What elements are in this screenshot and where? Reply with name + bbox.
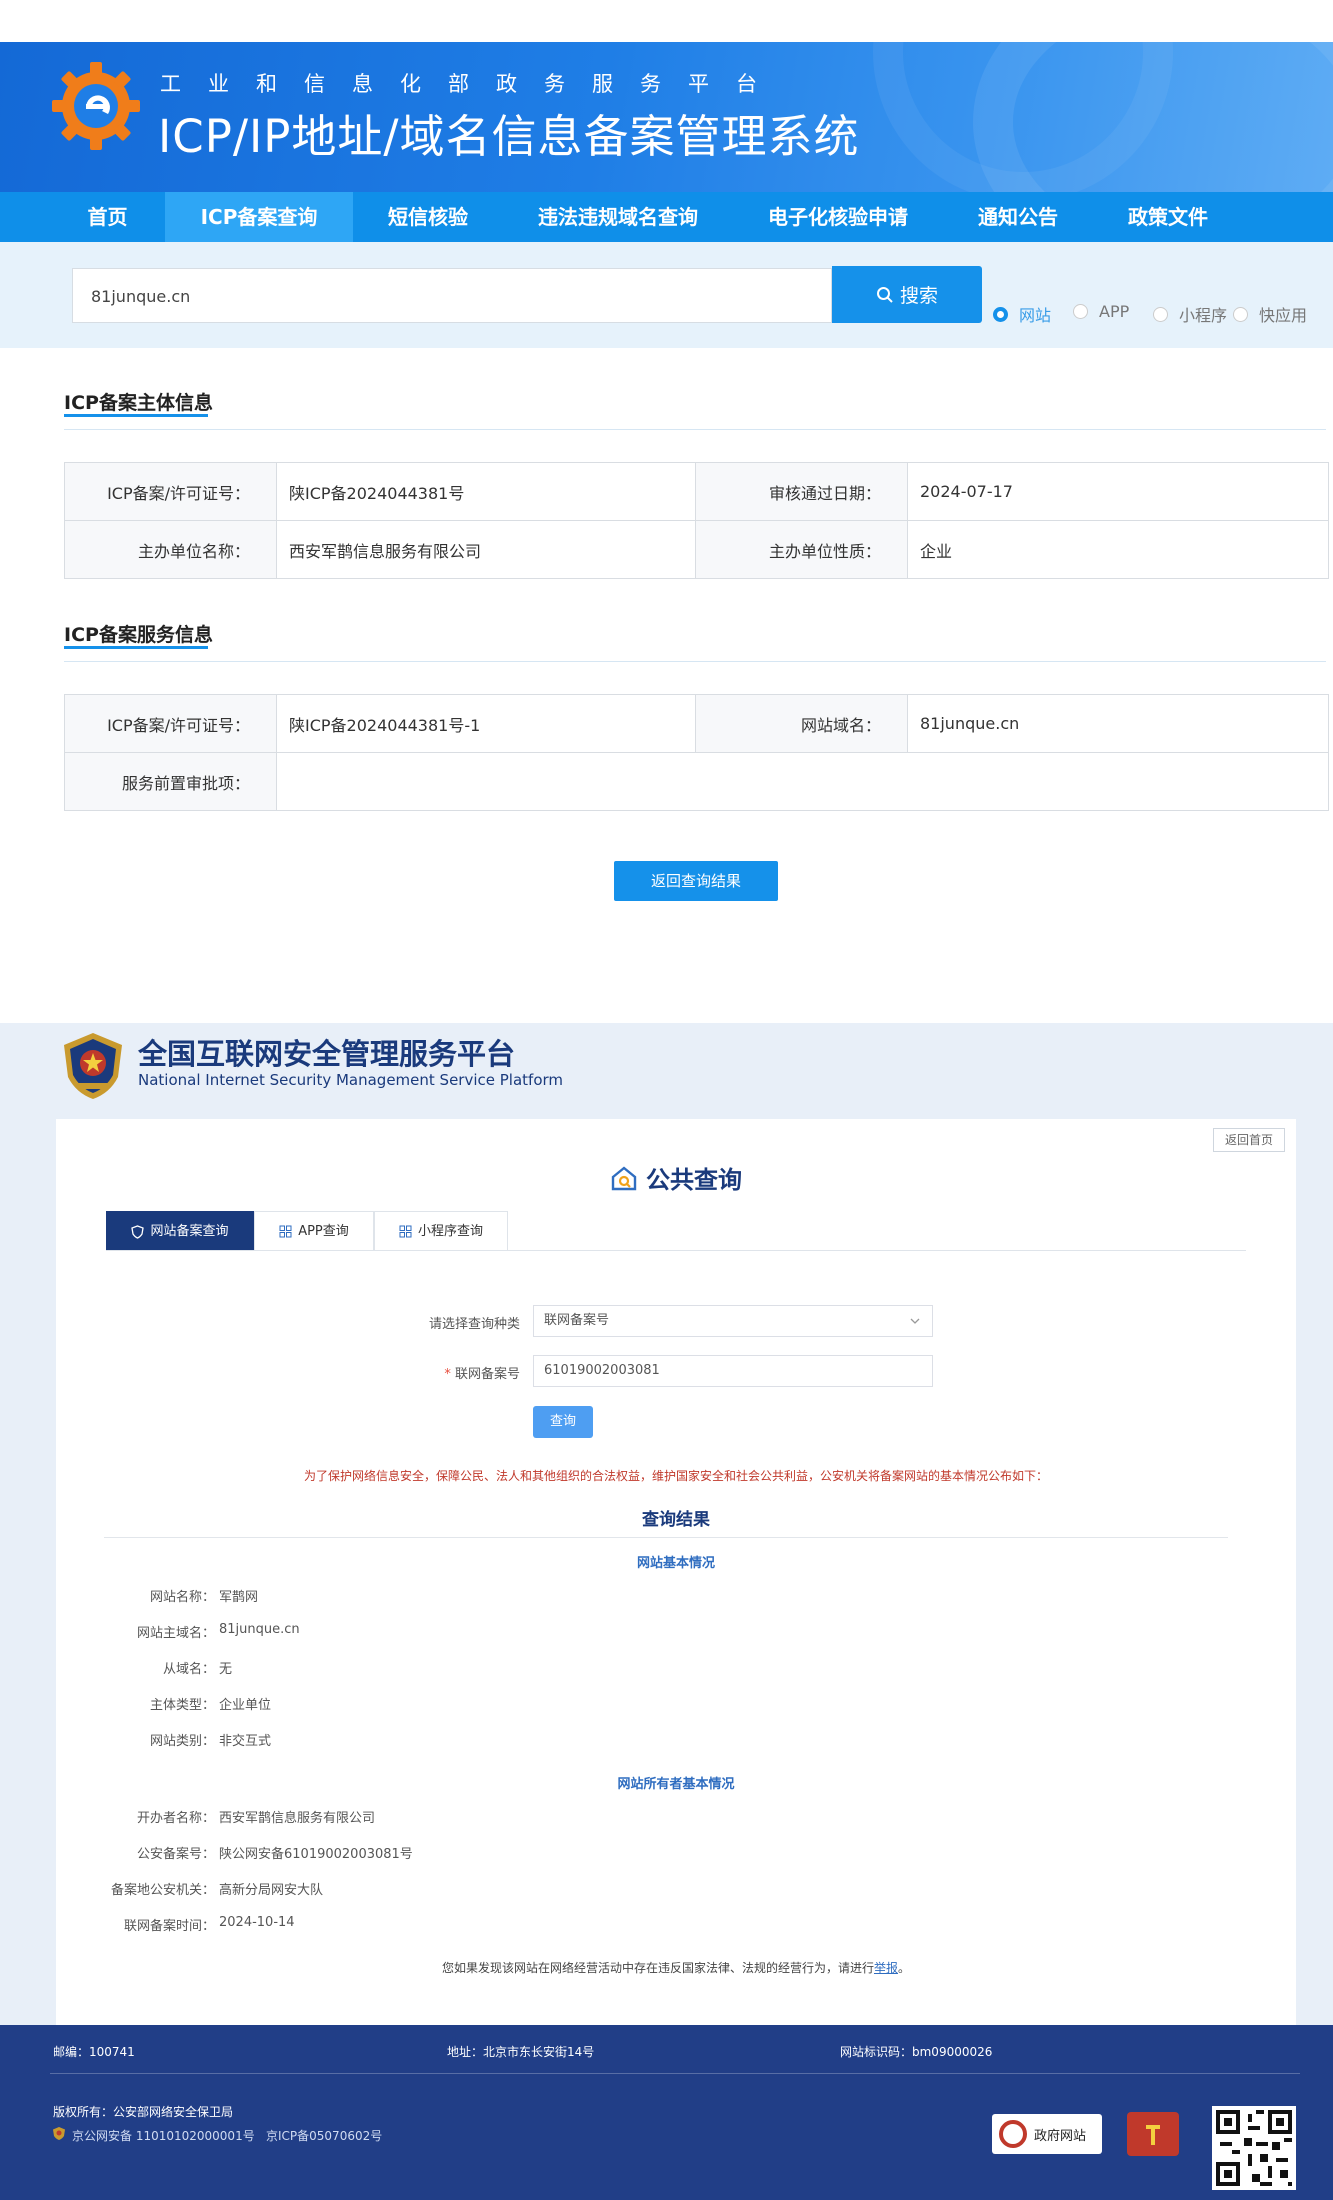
qr-code-icon	[1212, 2106, 1296, 2190]
search-button[interactable]: 搜索	[832, 266, 982, 323]
report-link[interactable]: 举报	[874, 1961, 898, 1975]
query-button[interactable]: 查询	[533, 1406, 593, 1438]
nav-notices[interactable]: 通知公告	[943, 192, 1093, 242]
gov-badge-icon	[999, 2120, 1027, 2148]
radio-dot-icon	[1153, 306, 1168, 322]
nav-sms-verify[interactable]: 短信核验	[353, 192, 503, 242]
radio-app[interactable]: APP	[1073, 302, 1129, 321]
footer-copyright: 版权所有：公安部网络安全保卫局	[53, 2105, 234, 2119]
footer-site-code: 网站标识码：bm09000026	[840, 2045, 993, 2059]
nav-e-verify-apply[interactable]: 电子化核验申请	[733, 192, 943, 242]
nav-illegal-domain-query[interactable]: 违法违规域名查询	[503, 192, 733, 242]
domain-search-input[interactable]: 81junque.cn	[72, 268, 832, 323]
miit-main-nav: 首页 ICP备案查询 短信核验 违法违规域名查询 电子化核验申请 通知公告 政策…	[0, 192, 1333, 242]
miit-system-title: ICP/IP地址/域名信息备案管理系统	[158, 110, 860, 163]
nav-icp-query[interactable]: ICP备案查询	[165, 192, 353, 242]
mps-platform-subtitle: National Internet Security Management Se…	[138, 1071, 564, 1089]
subject-info-title: ICP备案主体信息	[64, 392, 213, 414]
chevron-down-icon	[910, 1318, 920, 1324]
service-license-value: 陕ICP备2024044381号-1	[276, 694, 696, 753]
org-name-value: 西安军鹊信息服务有限公司	[276, 520, 696, 579]
tab-app-query[interactable]: APP查询	[254, 1211, 374, 1251]
tab-mini-program-query[interactable]: 小程序查询	[374, 1211, 508, 1251]
radio-website[interactable]: 网站	[993, 302, 1051, 326]
return-home-button[interactable]: 返回首页	[1213, 1128, 1285, 1152]
query-type-label: 请选择查询种类	[428, 1317, 520, 1332]
site-basic-row: 网站类别： 非交互式	[149, 1734, 272, 1749]
gov-site-badge[interactable]: 政府网站	[992, 2114, 1102, 2154]
subject-license-value: 陕ICP备2024044381号	[276, 462, 696, 521]
mps-query-tabs: 网站备案查询 APP查询 小程序查询	[106, 1211, 508, 1251]
service-info-table: ICP备案/许可证号： 陕ICP备2024044381号-1 网站域名： 81j…	[64, 694, 1329, 811]
footer-icp-record-link[interactable]: 京ICP备05070602号	[266, 2127, 382, 2144]
result-title: 查询结果	[642, 1510, 710, 1530]
owner-basic-row: 公安备案号： 陕公网安备61019002003081号	[136, 1847, 413, 1862]
radio-dot-icon	[993, 306, 1008, 322]
site-basic-row: 从域名：无	[162, 1662, 233, 1677]
radio-quick-app[interactable]: 快应用	[1233, 302, 1307, 326]
record-number-input[interactable]: 61019002003081	[533, 1355, 933, 1387]
mps-platform-title: 全国互联网安全管理服务平台	[138, 1037, 516, 1071]
nav-policy-docs[interactable]: 政策文件	[1093, 192, 1243, 242]
owner-basic-row: 备案地公安机关： 高新分局网安大队	[110, 1883, 324, 1898]
police-badge-icon	[53, 2127, 65, 2140]
miit-platform-subtitle: 工业和信息化部政务服务平台	[160, 72, 784, 96]
site-basic-row: 主体类型： 企业单位	[149, 1698, 272, 1713]
report-line: 您如果发现该网站在网络经营活动中存在违反国家法律、法规的经营行为，请进行举报。	[441, 1961, 911, 1975]
search-button-label: 搜索	[899, 285, 938, 307]
footer-postcode: 邮编：100741	[53, 2045, 135, 2059]
footer-police-record-link[interactable]: 京公网安备 11010102000001号	[72, 2127, 255, 2144]
nav-home[interactable]: 首页	[50, 192, 165, 242]
owner-basic-row: 开办者名称： 西安军鹊信息服务有限公司	[136, 1811, 376, 1826]
pre-approval-value	[276, 752, 1329, 811]
subject-info-table: ICP备案/许可证号： 陕ICP备2024044381号 审核通过日期： 202…	[64, 462, 1329, 579]
notice-text: 为了保护网络信息安全，保障公民、法人和其他组织的合法权益，维护国家安全和社会公共…	[303, 1469, 1048, 1483]
party-badge-icon[interactable]	[1127, 2112, 1179, 2156]
record-number-label: * 联网备案号	[444, 1367, 520, 1382]
tab-website-record-query[interactable]: 网站备案查询	[106, 1211, 254, 1251]
back-to-results-button[interactable]: 返回查询结果	[614, 861, 778, 901]
police-emblem-icon	[64, 1033, 122, 1099]
owner-basic-row: 联网备案时间： 2024-10-14	[123, 1915, 295, 1934]
radio-dot-icon	[1073, 304, 1088, 319]
service-info-title: ICP备案服务信息	[64, 624, 213, 646]
miit-gear-logo-icon	[52, 62, 140, 150]
org-type-value: 企业	[907, 520, 1329, 579]
house-search-icon	[611, 1165, 637, 1190]
grid-icon	[279, 1225, 292, 1238]
search-icon	[876, 286, 893, 303]
owner-basic-heading: 网站所有者基本情况	[617, 1777, 735, 1792]
approve-date-value: 2024-07-17	[907, 462, 1329, 521]
site-domain-value: 81junque.cn	[907, 694, 1329, 753]
footer-address: 地址：北京市东长安街14号	[447, 2045, 595, 2059]
site-basic-row: 网站主域名： 81junque.cn	[136, 1622, 300, 1641]
grid-icon	[399, 1225, 412, 1238]
shield-icon	[131, 1224, 145, 1239]
miit-header-banner: 工业和信息化部政务服务平台 ICP/IP地址/域名信息备案管理系统	[0, 42, 1333, 192]
public-query-title: 公共查询	[610, 1160, 742, 1195]
site-basic-heading: 网站基本情况	[636, 1556, 715, 1571]
site-basic-row: 网站名称： 军鹊网	[149, 1590, 259, 1605]
radio-dot-icon	[1233, 306, 1248, 322]
query-type-select[interactable]: 联网备案号	[533, 1305, 933, 1337]
radio-mini-program[interactable]: 小程序	[1153, 302, 1227, 326]
